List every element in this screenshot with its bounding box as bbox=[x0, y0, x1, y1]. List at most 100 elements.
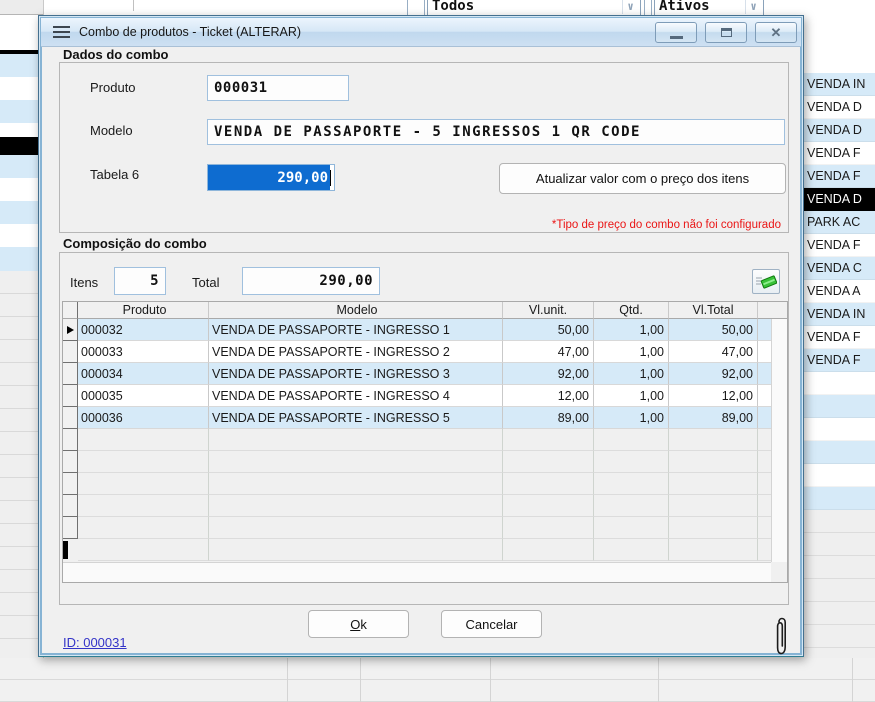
cell-modelo: VENDA DE PASSAPORTE - INGRESSO 4 bbox=[209, 385, 503, 407]
cell-produto: 000032 bbox=[78, 319, 209, 341]
close-button[interactable]: ✕ bbox=[755, 22, 797, 43]
cell-qtd: 1,00 bbox=[594, 385, 669, 407]
tabela-field[interactable]: 290,00 bbox=[207, 164, 335, 191]
combo-items-table: Produto Modelo Vl.unit. Qtd. Vl.Total 00… bbox=[62, 301, 788, 583]
list-item[interactable]: VENDA F bbox=[800, 165, 875, 188]
list-item-label: VENDA D bbox=[807, 100, 862, 114]
cell-modelo: VENDA DE PASSAPORTE - INGRESSO 5 bbox=[209, 407, 503, 429]
cell-vlunit: 12,00 bbox=[503, 385, 594, 407]
text-cursor bbox=[330, 170, 331, 186]
atualizar-valor-button[interactable]: Atualizar valor com o preço dos itens bbox=[499, 163, 786, 194]
col-header-produto[interactable]: Produto bbox=[78, 302, 209, 319]
cell-vlunit: 92,00 bbox=[503, 363, 594, 385]
grid-line bbox=[490, 658, 491, 702]
list-item-label: VENDA D bbox=[807, 192, 862, 206]
dialog-title: Combo de produtos - Ticket (ALTERAR) bbox=[79, 25, 301, 39]
list-item-selected[interactable]: VENDA D bbox=[800, 188, 875, 211]
row-gutter bbox=[63, 319, 78, 341]
list-item-empty bbox=[800, 464, 875, 487]
cell-qtd: 1,00 bbox=[594, 341, 669, 363]
recalculate-money-button[interactable] bbox=[752, 269, 780, 294]
list-item-empty bbox=[800, 418, 875, 441]
todos-filter-value: Todos bbox=[432, 0, 474, 14]
list-item[interactable]: VENDA F bbox=[800, 349, 875, 372]
maximize-button[interactable] bbox=[705, 22, 747, 43]
cell-vltotal: 92,00 bbox=[669, 363, 758, 385]
produto-field[interactable]: 000031 bbox=[207, 75, 349, 101]
table-row-empty bbox=[63, 473, 787, 495]
record-id-link[interactable]: ID: 000031 bbox=[63, 635, 127, 650]
row-gutter bbox=[63, 385, 78, 407]
list-item[interactable]: VENDA C bbox=[800, 257, 875, 280]
modelo-label: Modelo bbox=[90, 123, 133, 138]
list-item[interactable]: VENDA D bbox=[800, 96, 875, 119]
table-row-empty bbox=[63, 429, 787, 451]
tabela-label: Tabela 6 bbox=[90, 167, 139, 182]
cell-vlunit: 50,00 bbox=[503, 319, 594, 341]
col-header-qtd[interactable]: Qtd. bbox=[594, 302, 669, 319]
list-item-label: VENDA IN bbox=[807, 307, 865, 321]
col-header-vltotal[interactable]: Vl.Total bbox=[669, 302, 758, 319]
table-row[interactable]: 000036 VENDA DE PASSAPORTE - INGRESSO 5 … bbox=[63, 407, 787, 429]
table-row-empty bbox=[63, 517, 787, 539]
grid-cursor bbox=[63, 541, 68, 559]
cell-vltotal: 89,00 bbox=[669, 407, 758, 429]
list-item-label: VENDA A bbox=[807, 284, 861, 298]
close-icon: ✕ bbox=[771, 26, 782, 39]
background-grid-bottom bbox=[0, 658, 875, 702]
cell-vltotal: 50,00 bbox=[669, 319, 758, 341]
grid-line bbox=[852, 658, 853, 702]
cell-produto: 000033 bbox=[78, 341, 209, 363]
chevron-down-icon[interactable]: ∨ bbox=[745, 0, 761, 14]
row-gutter bbox=[63, 407, 78, 429]
cell-produto: 000034 bbox=[78, 363, 209, 385]
grid-line bbox=[658, 658, 659, 702]
dialog-titlebar[interactable]: Combo de produtos - Ticket (ALTERAR) ✕ bbox=[41, 18, 801, 47]
cell-produto: 000036 bbox=[78, 407, 209, 429]
current-row-marker-icon bbox=[67, 326, 74, 334]
list-item[interactable]: VENDA IN bbox=[800, 73, 875, 96]
list-item[interactable]: VENDA F bbox=[800, 234, 875, 257]
table-row[interactable]: 000035 VENDA DE PASSAPORTE - INGRESSO 4 … bbox=[63, 385, 787, 407]
cell-qtd: 1,00 bbox=[594, 319, 669, 341]
total-label: Total bbox=[192, 275, 219, 290]
list-item[interactable]: VENDA F bbox=[800, 142, 875, 165]
paperclip-icon bbox=[773, 617, 791, 657]
col-header-modelo[interactable]: Modelo bbox=[209, 302, 503, 319]
horizontal-scrollbar[interactable] bbox=[63, 562, 771, 582]
cell-qtd: 1,00 bbox=[594, 363, 669, 385]
cancel-button[interactable]: Cancelar bbox=[441, 610, 542, 638]
gutter-header-cell bbox=[63, 302, 78, 319]
vertical-scrollbar[interactable] bbox=[771, 319, 787, 562]
minimize-button[interactable] bbox=[655, 22, 697, 43]
tabela-field-selection: 290,00 bbox=[208, 165, 330, 190]
list-item[interactable]: VENDA F bbox=[800, 326, 875, 349]
cell-modelo: VENDA DE PASSAPORTE - INGRESSO 3 bbox=[209, 363, 503, 385]
ativos-filter-value: Ativos bbox=[659, 0, 710, 14]
grid-line bbox=[360, 658, 361, 702]
list-item[interactable]: VENDA A bbox=[800, 280, 875, 303]
row-gutter bbox=[63, 341, 78, 363]
table-row[interactable]: 000032 VENDA DE PASSAPORTE - INGRESSO 1 … bbox=[63, 319, 787, 341]
list-item-label: VENDA F bbox=[807, 146, 861, 160]
itens-field[interactable]: 5 bbox=[114, 267, 166, 295]
total-field[interactable]: 290,00 bbox=[242, 267, 380, 295]
table-row-empty bbox=[63, 451, 787, 473]
list-item-label: VENDA IN bbox=[807, 77, 865, 91]
list-item[interactable]: PARK AC bbox=[800, 211, 875, 234]
list-item[interactable]: VENDA D bbox=[800, 119, 875, 142]
hamburger-icon[interactable] bbox=[53, 26, 70, 38]
list-item-empty bbox=[800, 441, 875, 464]
maximize-icon bbox=[721, 28, 732, 37]
chevron-down-icon[interactable]: ∨ bbox=[622, 0, 638, 14]
modelo-field[interactable]: VENDA DE PASSAPORTE - 5 INGRESSOS 1 QR C… bbox=[207, 119, 785, 145]
table-row[interactable]: 000034 VENDA DE PASSAPORTE - INGRESSO 3 … bbox=[63, 363, 787, 385]
table-row[interactable]: 000033 VENDA DE PASSAPORTE - INGRESSO 2 … bbox=[63, 341, 787, 363]
ok-button[interactable]: Ok bbox=[308, 610, 409, 638]
list-item-label: VENDA F bbox=[807, 353, 861, 367]
col-header-vlunit[interactable]: Vl.unit. bbox=[503, 302, 594, 319]
list-item[interactable]: VENDA IN bbox=[800, 303, 875, 326]
ok-button-label: k bbox=[360, 617, 367, 632]
cell-produto: 000035 bbox=[78, 385, 209, 407]
table-row-empty bbox=[63, 539, 787, 561]
